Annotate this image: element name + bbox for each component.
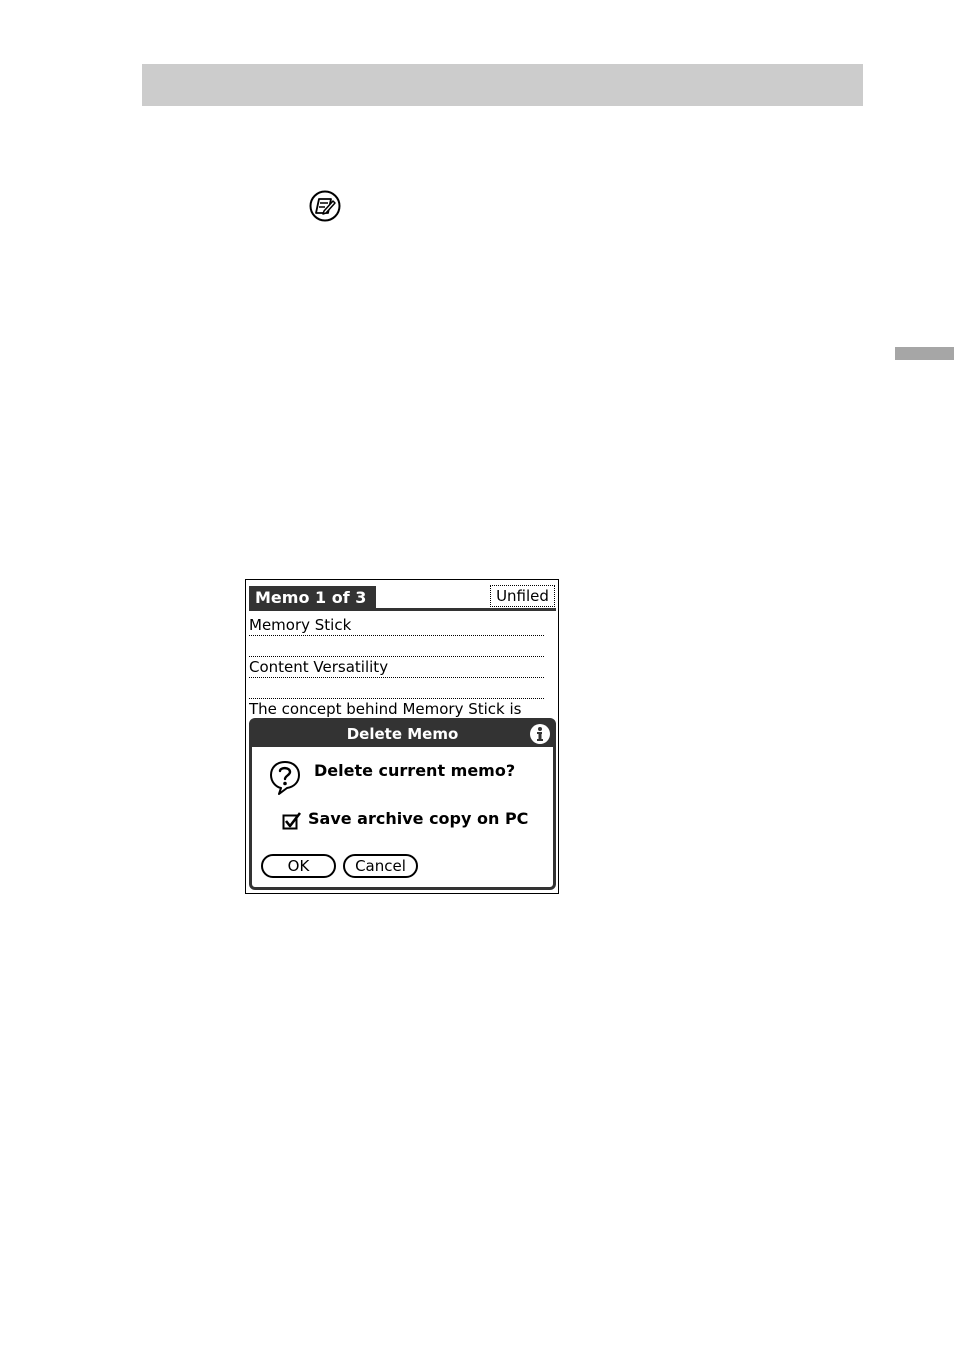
- memo-line[interactable]: The concept behind Memory Stick is: [249, 699, 544, 720]
- page-header-bar: [142, 64, 863, 106]
- memo-title-row: Memo 1 of 3 Unfiled: [246, 580, 558, 614]
- save-archive-label[interactable]: Save archive copy on PC: [308, 809, 528, 829]
- cancel-button[interactable]: Cancel: [343, 854, 418, 878]
- checkbox-checked-icon[interactable]: [282, 811, 302, 831]
- info-icon[interactable]: [529, 723, 551, 745]
- ok-button[interactable]: OK: [261, 854, 336, 878]
- memo-line[interactable]: [249, 678, 544, 699]
- palm-memo-screen: Memo 1 of 3 Unfiled Memory Stick Content…: [245, 579, 559, 894]
- title-rule: [249, 608, 556, 611]
- memo-title: Memo 1 of 3: [249, 586, 376, 610]
- dialog-title: Delete Memo: [252, 721, 553, 747]
- question-icon: [270, 761, 300, 795]
- section-tab-marker: [895, 347, 954, 360]
- memo-line[interactable]: Content Versatility: [249, 657, 544, 678]
- category-picker[interactable]: Unfiled: [490, 585, 555, 607]
- delete-memo-dialog: Delete Memo Delete current memo? Save ar…: [249, 718, 556, 890]
- dialog-message: Delete current memo?: [314, 761, 516, 780]
- memo-line[interactable]: Memory Stick: [249, 615, 544, 636]
- memo-pad-icon: [309, 190, 341, 222]
- memo-line[interactable]: [249, 636, 544, 657]
